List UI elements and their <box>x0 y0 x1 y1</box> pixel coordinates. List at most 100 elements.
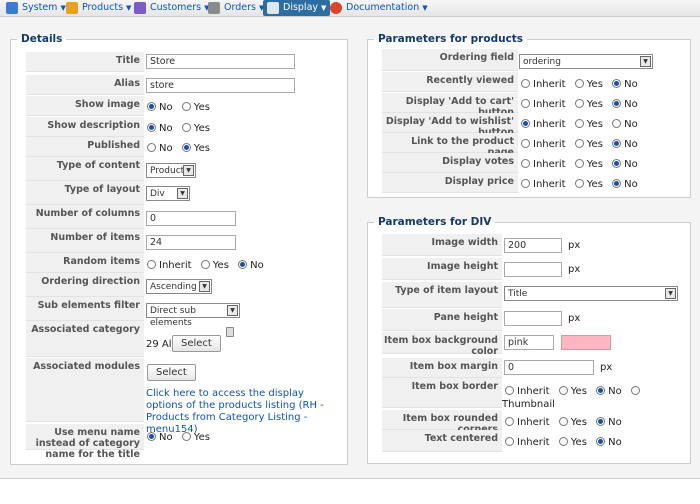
rounded-corners-inherit-radio[interactable] <box>505 417 514 426</box>
select-category-button[interactable]: Select <box>172 335 221 352</box>
add-to-cart-label: Display 'Add to cart' button <box>382 93 518 118</box>
menu-label: System <box>22 2 58 13</box>
title-input[interactable]: Store <box>146 54 295 69</box>
display-price-no-radio[interactable] <box>612 179 622 188</box>
recently-viewed-yes-radio[interactable] <box>574 79 584 88</box>
use-menu-name-yes-radio[interactable] <box>181 432 191 441</box>
type-of-layout-select[interactable]: Div ▼ <box>146 186 190 201</box>
select-modules-button[interactable]: Select <box>147 364 196 381</box>
text-centered-label: Text centered <box>382 430 502 452</box>
alias-label: Alias <box>26 75 144 95</box>
number-of-items-label: Number of items <box>26 229 144 253</box>
pane-height-input[interactable] <box>504 311 562 326</box>
add-to-cart-no-radio[interactable] <box>612 99 622 108</box>
display-price-yes-radio[interactable] <box>574 179 584 188</box>
text-centered-yes-radio[interactable] <box>558 437 568 446</box>
display-votes-inherit-radio[interactable] <box>521 159 530 168</box>
use-menu-name-no-radio[interactable] <box>147 432 156 441</box>
show-description-yes-radio[interactable] <box>181 123 191 132</box>
products-icon <box>66 2 78 14</box>
ordering-field-label: Ordering field <box>382 49 518 71</box>
add-to-wishlist-inherit-radio[interactable] <box>521 119 530 128</box>
menu-label: Documentation <box>346 2 420 13</box>
box-border-thumbnail-radio[interactable] <box>630 386 640 395</box>
top-menu-bar: System ▼ Products ▼ Customers ▼ Orders ▼ Dis… <box>0 0 700 17</box>
menu-orders[interactable]: Orders ▼ <box>204 0 268 16</box>
image-width-unit: px <box>568 240 581 251</box>
add-to-cart-inherit-radio[interactable] <box>521 99 530 108</box>
number-of-columns-input[interactable]: 0 <box>146 211 236 226</box>
recently-viewed-inherit-radio[interactable] <box>521 79 530 88</box>
show-description-no-radio[interactable] <box>147 123 156 132</box>
documentation-icon <box>330 2 342 14</box>
box-border-inherit-radio[interactable] <box>505 386 514 395</box>
bg-color-swatch[interactable] <box>561 335 611 350</box>
use-menu-name-radios: No Yes <box>144 432 213 443</box>
rounded-corners-yes-radio[interactable] <box>558 417 568 426</box>
image-width-input[interactable]: 200 <box>504 238 562 253</box>
show-image-yes-radio[interactable] <box>181 102 191 111</box>
display-votes-yes-radio[interactable] <box>574 159 584 168</box>
associated-modules-label: Associated modules <box>26 358 144 422</box>
box-border-radios: Inherit Yes No Thumbnail <box>502 385 692 411</box>
associated-category-value: 29 All <box>146 339 175 350</box>
menu-products[interactable]: Products ▼ <box>62 0 135 16</box>
random-items-inherit-radio[interactable] <box>147 260 156 269</box>
add-to-wishlist-yes-radio[interactable] <box>574 119 584 128</box>
menu-display[interactable]: Display ▼ <box>263 0 331 16</box>
chevron-down-icon: ▼ <box>640 56 651 67</box>
box-border-no-radio[interactable] <box>596 386 606 395</box>
menu-label: Orders <box>224 2 256 13</box>
box-border-label: Item box border <box>382 378 502 408</box>
published-yes-radio[interactable] <box>181 143 191 152</box>
display-votes-radios: Inherit Yes No <box>518 159 641 170</box>
menu-label: Customers <box>150 2 202 13</box>
pane-height-unit: px <box>568 313 581 324</box>
link-product-page-inherit-radio[interactable] <box>521 139 530 148</box>
image-height-input[interactable] <box>504 262 562 277</box>
published-no-radio[interactable] <box>147 143 156 152</box>
menu-system[interactable]: System ▼ <box>2 0 70 16</box>
text-centered-inherit-radio[interactable] <box>505 437 514 446</box>
menu-label: Display <box>283 2 319 13</box>
trash-icon[interactable] <box>226 327 234 337</box>
text-centered-no-radio[interactable] <box>596 437 606 446</box>
display-price-inherit-radio[interactable] <box>521 179 530 188</box>
type-of-content-select[interactable]: Product ▼ <box>146 163 196 178</box>
box-margin-input[interactable]: 0 <box>504 360 594 375</box>
products-legend: Parameters for products <box>378 33 524 45</box>
bg-color-label: Item box background color <box>382 332 502 357</box>
menu-documentation[interactable]: Documentation ▼ <box>326 0 432 16</box>
use-menu-name-label: Use menu name instead of category name f… <box>26 424 144 460</box>
menu-customers[interactable]: Customers ▼ <box>130 0 214 16</box>
show-image-no-radio[interactable] <box>147 102 156 111</box>
alias-input[interactable]: store <box>146 78 295 93</box>
display-votes-no-radio[interactable] <box>612 159 622 168</box>
display-price-radios: Inherit Yes No <box>518 179 641 190</box>
rounded-corners-no-radio[interactable] <box>596 417 606 426</box>
random-items-no-radio[interactable] <box>238 260 248 269</box>
box-border-yes-radio[interactable] <box>558 386 568 395</box>
item-layout-select[interactable]: Title ▼ <box>504 286 678 301</box>
chevron-down-icon: ▼ <box>665 288 676 299</box>
sub-elements-filter-select[interactable]: Direct sub elements ▼ <box>146 303 240 328</box>
sub-elements-filter-label: Sub elements filter <box>26 297 144 321</box>
associated-category-label: Associated category <box>26 321 144 357</box>
number-of-items-input[interactable]: 24 <box>146 235 236 250</box>
listing-options-link[interactable]: Click here to access the display options… <box>146 388 336 436</box>
link-product-page-yes-radio[interactable] <box>574 139 584 148</box>
show-image-radios: No Yes <box>144 102 213 113</box>
add-to-cart-yes-radio[interactable] <box>574 99 584 108</box>
link-product-page-label: Link to the product page <box>382 133 518 158</box>
rounded-corners-radios: Inherit Yes No <box>502 417 625 428</box>
recently-viewed-no-radio[interactable] <box>612 79 622 88</box>
text-centered-radios: Inherit Yes No <box>502 437 625 448</box>
ordering-direction-select[interactable]: Ascending ▼ <box>146 279 212 294</box>
ordering-field-select[interactable]: ordering ▼ <box>519 54 653 69</box>
link-product-page-no-radio[interactable] <box>612 139 622 148</box>
bg-color-input[interactable]: pink <box>504 335 554 350</box>
show-image-label: Show image <box>26 96 144 116</box>
add-to-wishlist-no-radio[interactable] <box>612 119 622 128</box>
orders-icon <box>208 2 220 14</box>
random-items-yes-radio[interactable] <box>200 260 210 269</box>
